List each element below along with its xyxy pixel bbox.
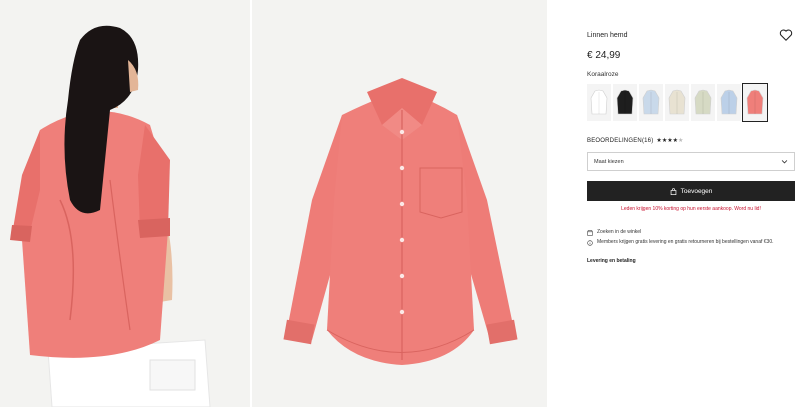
shirt-thumbnail (616, 89, 634, 115)
shirt-thumbnail (642, 89, 660, 115)
product-info-panel: Linnen hemd € 24,99 Koraalroze BEOORDELI… (547, 0, 800, 414)
star-icon: ★ (677, 138, 684, 144)
size-select-label: Maat kiezen (594, 158, 624, 165)
reviews-label: BEOORDELINGEN(16) (587, 137, 654, 144)
color-swatch-zwart[interactable] (613, 84, 637, 121)
size-select[interactable]: Maat kiezen (587, 152, 795, 171)
members-shipping-info: Members krijgen gratis levering en grati… (587, 239, 795, 246)
store-search-link[interactable]: Zoeken in de winkel (587, 229, 641, 236)
bag-icon (670, 187, 676, 195)
color-swatches (587, 83, 768, 122)
heart-icon[interactable] (779, 28, 793, 42)
shirt-thumbnail (590, 89, 608, 115)
product-price: € 24,99 (587, 50, 621, 61)
color-swatch-koraalroze[interactable] (742, 83, 768, 122)
member-promo-link[interactable]: Leden krijgen 10% korting op hun eerste … (587, 206, 795, 212)
color-swatch-wit[interactable] (587, 84, 611, 121)
shirt-thumbnail (694, 89, 712, 115)
members-shipping-text: Members krijgen gratis levering en grati… (597, 239, 774, 245)
shirt-thumbnail (720, 89, 738, 115)
shirt-thumbnail (746, 89, 764, 115)
add-to-bag-label: Toevoegen (680, 187, 713, 195)
product-gallery (0, 0, 547, 414)
store-icon (587, 229, 593, 236)
color-swatch-saliegroen[interactable] (691, 84, 715, 121)
store-search-label: Zoeken in de winkel (597, 229, 642, 235)
shirt-thumbnail (668, 89, 686, 115)
product-flat-photo[interactable] (252, 0, 547, 407)
product-title: Linnen hemd (587, 32, 628, 39)
color-swatch-beige[interactable] (665, 84, 689, 121)
color-swatch-blauw[interactable] (717, 84, 741, 121)
reviews-link[interactable]: BEOORDELINGEN(16) ★★★★★ (587, 137, 683, 145)
chevron-down-icon (781, 160, 788, 164)
add-to-bag-button[interactable]: Toevoegen (587, 181, 795, 201)
info-icon (587, 239, 593, 246)
color-swatch-lichtblauw[interactable] (639, 84, 663, 121)
selected-color-name: Koraalroze (587, 71, 619, 78)
rating-stars: ★★★★★ (656, 137, 683, 144)
delivery-payment-link[interactable]: Levering en betaling (587, 258, 636, 264)
model-back-photo[interactable] (0, 0, 250, 407)
